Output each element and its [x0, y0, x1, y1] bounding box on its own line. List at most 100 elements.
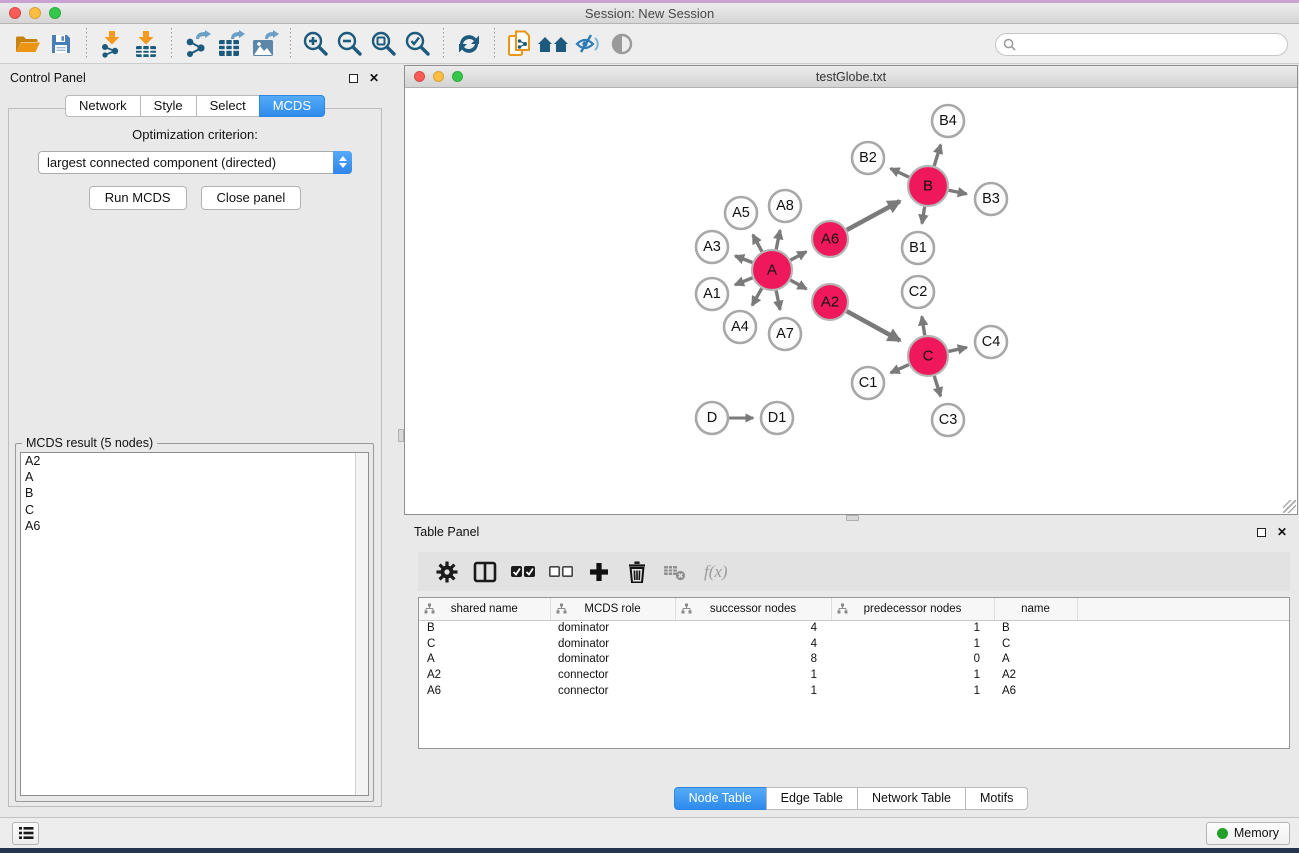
criterion-select[interactable]: largest connected component (directed) [38, 151, 352, 174]
cell-shared-name[interactable]: A6 [419, 683, 550, 699]
edge-B-B3[interactable] [949, 190, 967, 194]
network-graph[interactable]: AA6A2BCA1A3A4A5A7A8B1B2B3B4C1C2C3C4DD1 [405, 88, 1297, 514]
cell-MCDS-role[interactable]: connector [550, 683, 675, 699]
cell-predecessor-nodes[interactable]: 0 [831, 651, 994, 667]
cell-shared-name[interactable]: A2 [419, 667, 550, 683]
result-list-scrollbar[interactable] [355, 453, 368, 795]
edge-B-B1[interactable] [922, 207, 925, 224]
vertical-split-handle[interactable] [398, 429, 404, 442]
cell-MCDS-role[interactable]: dominator [550, 620, 675, 636]
apply-layout-button[interactable] [452, 28, 486, 60]
import-network-button[interactable] [95, 28, 129, 60]
table-row[interactable]: Cdominator41C [419, 636, 1289, 652]
result-item[interactable]: A2 [21, 453, 368, 469]
result-item[interactable]: A [21, 469, 368, 485]
tab-motifs[interactable]: Motifs [965, 787, 1028, 810]
tab-edge-table[interactable]: Edge Table [766, 787, 858, 810]
edge-A-A1[interactable] [735, 278, 752, 285]
cell-name[interactable]: A [994, 651, 1077, 667]
save-session-button[interactable] [44, 28, 78, 60]
export-table-button[interactable] [214, 28, 248, 60]
open-file-button[interactable] [10, 28, 44, 60]
table-options-button[interactable] [430, 557, 464, 587]
edge-C-C2[interactable] [922, 317, 925, 336]
clone-network-button[interactable] [503, 28, 537, 60]
export-network-button[interactable] [180, 28, 214, 60]
run-mcds-button[interactable]: Run MCDS [89, 186, 187, 210]
cell-MCDS-role[interactable]: dominator [550, 636, 675, 652]
import-table-button[interactable] [129, 28, 163, 60]
close-panel-button[interactable]: ✕ [367, 71, 381, 85]
edge-A-A2[interactable] [790, 280, 806, 289]
column-header-MCDS-role[interactable]: MCDS role [550, 598, 675, 620]
cell-shared-name[interactable]: C [419, 636, 550, 652]
cell-predecessor-nodes[interactable]: 1 [831, 683, 994, 699]
zoom-fit-button[interactable] [367, 28, 401, 60]
show-all-button[interactable] [605, 28, 639, 60]
select-spinner-icon[interactable] [333, 151, 352, 174]
column-header-successor-nodes[interactable]: successor nodes [675, 598, 831, 620]
cell-shared-name[interactable]: A [419, 651, 550, 667]
column-header-predecessor-nodes[interactable]: predecessor nodes [831, 598, 994, 620]
cell-name[interactable]: A6 [994, 683, 1077, 699]
cell-shared-name[interactable]: B [419, 620, 550, 636]
close-table-panel-button[interactable]: ✕ [1275, 525, 1289, 539]
cell-predecessor-nodes[interactable]: 1 [831, 636, 994, 652]
result-item[interactable]: B [21, 485, 368, 501]
cell-MCDS-role[interactable]: dominator [550, 651, 675, 667]
cell-predecessor-nodes[interactable]: 1 [831, 620, 994, 636]
cell-name[interactable]: A2 [994, 667, 1077, 683]
table-row[interactable]: A2connector11A2 [419, 667, 1289, 683]
cell-name[interactable]: C [994, 636, 1077, 652]
edge-A-A7[interactable] [776, 291, 780, 310]
create-column-button[interactable] [582, 557, 616, 587]
edge-A-A5[interactable] [753, 235, 762, 252]
zoom-in-button[interactable] [299, 28, 333, 60]
memory-button[interactable]: Memory [1206, 822, 1290, 845]
float-table-panel-button[interactable] [1254, 525, 1268, 539]
task-history-button[interactable] [12, 822, 39, 845]
tab-mcds[interactable]: MCDS [259, 95, 325, 117]
network-frame-titlebar[interactable]: testGlobe.txt [405, 66, 1297, 88]
deselect-all-rows-button[interactable] [544, 557, 578, 587]
edge-A-A4[interactable] [752, 288, 762, 305]
tab-network[interactable]: Network [65, 95, 141, 117]
result-item[interactable]: A6 [21, 518, 368, 534]
edge-C-C4[interactable] [948, 347, 966, 351]
hide-selected-button[interactable] [571, 28, 605, 60]
table-row[interactable]: Adominator80A [419, 651, 1289, 667]
cell-successor-nodes[interactable]: 1 [675, 667, 831, 683]
tab-network-table[interactable]: Network Table [857, 787, 966, 810]
edge-A-A3[interactable] [735, 256, 752, 263]
horizontal-split-handle[interactable] [846, 515, 859, 521]
edge-A2-C[interactable] [847, 311, 900, 340]
cell-successor-nodes[interactable]: 4 [675, 636, 831, 652]
export-image-button[interactable] [248, 28, 282, 60]
cell-successor-nodes[interactable]: 4 [675, 620, 831, 636]
mcds-result-list[interactable]: A2ABCA6 [20, 452, 369, 796]
cell-successor-nodes[interactable]: 1 [675, 683, 831, 699]
node-table[interactable]: shared nameMCDS rolesuccessor nodesprede… [418, 597, 1290, 749]
table-row[interactable]: A6connector11A6 [419, 683, 1289, 699]
edge-C-C1[interactable] [891, 365, 909, 373]
edge-C-C3[interactable] [934, 376, 940, 396]
column-header-name[interactable]: name [994, 598, 1077, 620]
cell-predecessor-nodes[interactable]: 1 [831, 667, 994, 683]
zoom-out-button[interactable] [333, 28, 367, 60]
show-column-button[interactable] [468, 557, 502, 587]
resize-grip-icon[interactable] [1283, 500, 1296, 513]
zoom-selected-button[interactable] [401, 28, 435, 60]
float-panel-button[interactable] [346, 71, 360, 85]
delete-column-button[interactable] [620, 557, 654, 587]
home-button[interactable] [537, 28, 571, 60]
edge-A-A8[interactable] [776, 230, 780, 249]
cell-name[interactable]: B [994, 620, 1077, 636]
select-all-rows-button[interactable] [506, 557, 540, 587]
search-input[interactable] [1020, 38, 1287, 52]
tab-style[interactable]: Style [140, 95, 197, 117]
result-item[interactable]: C [21, 502, 368, 518]
close-panel-button-mcds[interactable]: Close panel [201, 186, 302, 210]
edge-A-A6[interactable] [791, 252, 807, 260]
tab-node-table[interactable]: Node Table [674, 787, 767, 810]
column-header-shared-name[interactable]: shared name [419, 598, 550, 620]
